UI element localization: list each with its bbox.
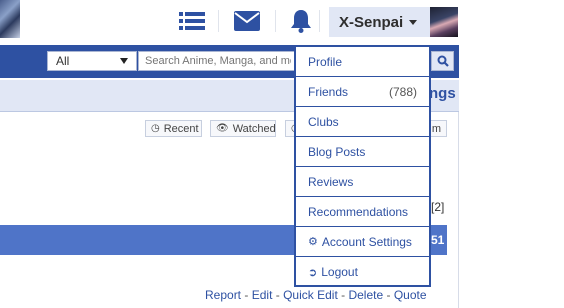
page-info: [2] [431, 200, 445, 214]
filter-label: m [431, 122, 441, 135]
left-cropped-avatar [0, 0, 20, 38]
caret-down-icon [409, 19, 418, 25]
quick-edit-link[interactable]: Quick Edit [283, 288, 338, 302]
menu-item-recommendations[interactable]: Recommendations [296, 197, 429, 227]
menu-item-reviews[interactable]: Reviews [296, 167, 429, 197]
recent-filter-label: Recent [163, 122, 199, 135]
mail-icon[interactable] [233, 8, 261, 34]
header-divider [218, 10, 219, 32]
watched-filter-label: Watched [232, 122, 276, 135]
user-dropdown-menu: Profile Friends (788) Clubs Blog Posts R… [294, 45, 431, 287]
report-link[interactable]: Report [205, 288, 241, 302]
bell-icon[interactable] [289, 8, 313, 34]
menu-item-profile[interactable]: Profile [296, 47, 429, 77]
category-select-value: All [56, 54, 70, 68]
post-actions: Report - Edit - Quick Edit - Delete - Qu… [205, 288, 427, 302]
thread-number: 51 [431, 233, 445, 247]
edit-link[interactable]: Edit [252, 288, 273, 302]
dropdown-arrow-icon [120, 58, 128, 64]
list-icon[interactable] [178, 8, 206, 34]
watched-filter-button[interactable]: 👁 Watched [210, 120, 276, 137]
friends-count: (788) [388, 84, 417, 99]
header-divider [275, 10, 276, 32]
menu-item-clubs[interactable]: Clubs [296, 107, 429, 137]
category-select[interactable]: All [47, 51, 137, 71]
user-menu-button[interactable]: X-Senpai [329, 7, 430, 37]
user-avatar[interactable] [430, 7, 458, 37]
search-icon [437, 55, 449, 67]
delete-link[interactable]: Delete [348, 288, 383, 302]
recent-filter-button[interactable]: ◷ Recent [145, 120, 202, 137]
logout-icon: ➲ [308, 266, 318, 279]
menu-item-blog-posts[interactable]: Blog Posts [296, 137, 429, 167]
menu-item-account-settings[interactable]: ⚙ Account Settings [296, 227, 429, 257]
menu-item-friends[interactable]: Friends (788) [296, 77, 429, 107]
clock-icon: ◷ [151, 123, 160, 134]
menu-item-logout[interactable]: ➲ Logout [296, 257, 429, 287]
eye-icon: 👁 [216, 123, 229, 134]
content-divider [458, 112, 459, 308]
username-label: X-Senpai [339, 13, 404, 31]
gear-icon: ⚙ [308, 236, 318, 248]
sub-header-title: ngs [429, 85, 456, 102]
quote-link[interactable]: Quote [394, 288, 427, 302]
search-button[interactable] [431, 51, 454, 71]
header-divider [319, 10, 320, 32]
search-input[interactable] [138, 51, 298, 71]
